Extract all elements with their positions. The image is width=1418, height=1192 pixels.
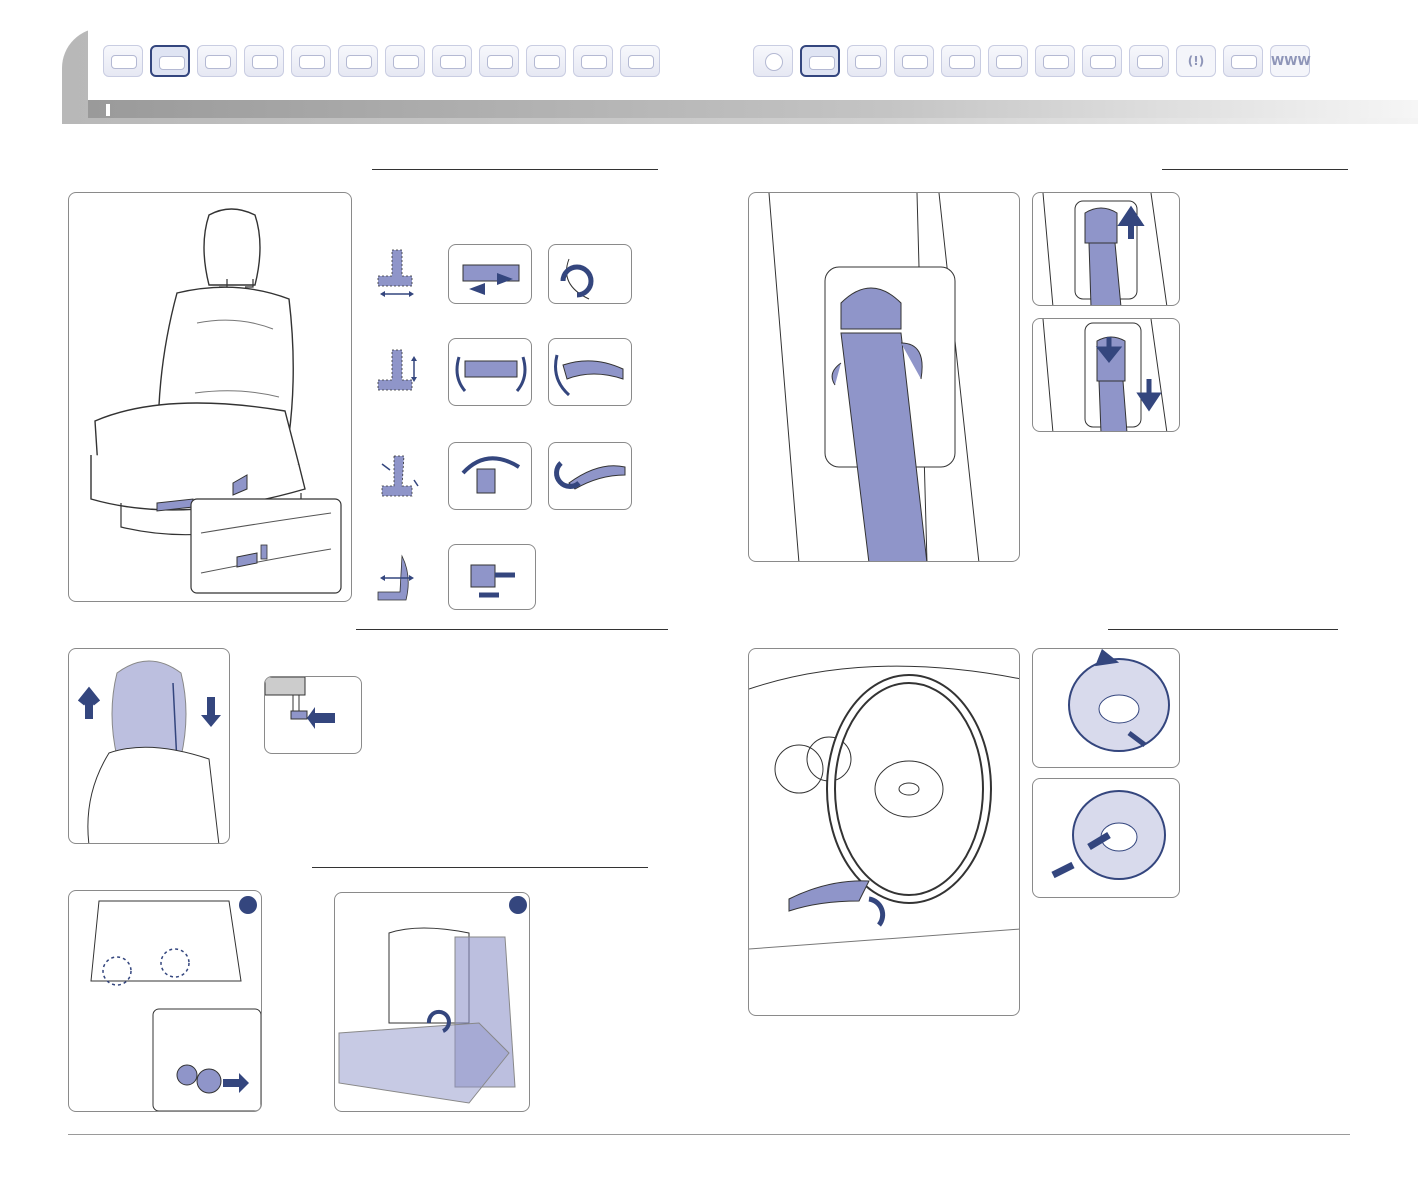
section-rule-rear-seat — [312, 867, 648, 868]
recline-switch-panel — [448, 442, 532, 510]
nav-cluster-icon-2[interactable] — [894, 45, 934, 77]
recline-lever-panel — [548, 442, 632, 510]
start-button-icon — [765, 53, 783, 71]
nav-display-icon-2[interactable] — [1035, 45, 1075, 77]
nav-climate-icon-2[interactable] — [941, 45, 981, 77]
rear-seat-fold-illustration — [334, 892, 530, 1112]
nav-radio-icon[interactable] — [385, 45, 425, 77]
nav-tpms-icon[interactable]: (!) — [1176, 45, 1216, 77]
belt-lower-panel — [1032, 318, 1180, 432]
nav-web-icon[interactable]: WWW — [1270, 45, 1311, 77]
section-rule-belt-height — [1162, 169, 1348, 170]
nav-wiper-icon[interactable] — [526, 45, 566, 77]
slide-lever-panel — [548, 244, 632, 304]
nav-screen-icon[interactable] — [573, 45, 613, 77]
cluster-icon — [902, 55, 928, 69]
display-icon — [1043, 55, 1069, 69]
nav-console-icon[interactable] — [1129, 45, 1169, 77]
lumbar-switch-panel — [448, 544, 536, 610]
cluster-icon — [252, 55, 278, 69]
step-1-badge — [239, 896, 257, 914]
nav-hand-icon[interactable] — [620, 45, 660, 77]
seat-height-diagram — [376, 346, 420, 402]
header-stripe — [88, 100, 1418, 118]
nav-meter-icon[interactable] — [103, 45, 143, 77]
section-rule-steering — [1108, 629, 1338, 630]
radio-icon — [1090, 55, 1116, 69]
steering-tilt-panel — [1032, 648, 1180, 768]
console-icon — [1137, 55, 1163, 69]
headrest-release-button-panel — [264, 676, 362, 754]
seat-icon — [159, 56, 185, 70]
belt-anchor-illustration — [748, 192, 1020, 562]
nav-audio-icon[interactable] — [338, 45, 378, 77]
nav-car-icon[interactable] — [479, 45, 519, 77]
nav-radio-icon-2[interactable] — [1082, 45, 1122, 77]
wiper-icon — [534, 55, 560, 69]
audio-icon — [996, 55, 1022, 69]
nav-key-icon[interactable] — [197, 45, 237, 77]
car-icon — [487, 55, 513, 69]
header-mark — [106, 104, 110, 116]
trunk-release-illustration — [68, 890, 262, 1112]
hand-icon — [1231, 55, 1257, 69]
meter-icon — [111, 55, 137, 69]
footer-rule — [68, 1134, 1350, 1135]
seat-recline-diagram — [376, 450, 420, 506]
screen-icon — [581, 55, 607, 69]
headrest-illustration — [68, 648, 230, 844]
nav-start-button-icon[interactable] — [753, 45, 793, 77]
audio-icon — [346, 55, 372, 69]
nav-audio-icon-2[interactable] — [988, 45, 1028, 77]
hand-icon — [628, 55, 654, 69]
nav-seat-icon[interactable] — [150, 45, 190, 77]
nav-display-icon[interactable] — [432, 45, 472, 77]
belt-raise-panel — [1032, 192, 1180, 306]
seat-slide-diagram — [376, 244, 420, 300]
nav-climate-icon[interactable] — [291, 45, 331, 77]
slide-switch-panel — [448, 244, 532, 304]
nav-cluster-icon[interactable] — [244, 45, 284, 77]
height-lever-panel — [548, 338, 632, 406]
steering-tilt-illustration — [748, 648, 1020, 1016]
display-icon — [440, 55, 466, 69]
nav-pen-icon[interactable] — [847, 45, 887, 77]
section-rule-seat-adjust — [372, 169, 658, 170]
climate-icon — [299, 55, 325, 69]
height-switch-panel — [448, 338, 532, 406]
section-rule-headrest — [356, 629, 668, 630]
step-2-badge — [509, 896, 527, 914]
key-icon — [205, 55, 231, 69]
seat-active-icon — [809, 56, 835, 70]
nav-seat-active-icon[interactable] — [800, 45, 840, 77]
nav-hand-icon-2[interactable] — [1223, 45, 1263, 77]
climate-icon — [949, 55, 975, 69]
power-seat-illustration — [68, 192, 352, 602]
lumbar-diagram — [376, 552, 420, 608]
steering-telescope-panel — [1032, 778, 1180, 898]
radio-icon — [393, 55, 419, 69]
pen-icon — [855, 55, 881, 69]
